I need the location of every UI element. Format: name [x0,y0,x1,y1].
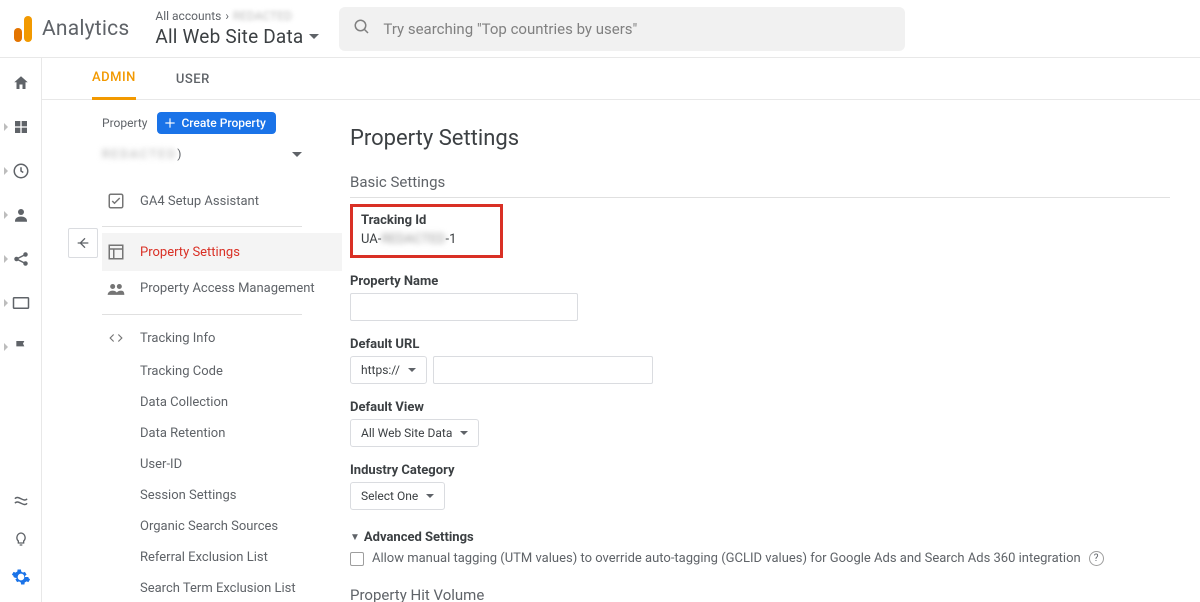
sub-data-collection[interactable]: Data Collection [140,387,342,418]
crumb-all-accounts: All accounts [155,9,221,23]
sub-session-settings[interactable]: Session Settings [140,480,342,511]
caret-down-icon [292,152,302,157]
caret-down-icon [460,431,468,435]
app-header: Analytics All accounts › REDACTED All We… [0,0,1200,58]
search-bar[interactable] [339,7,905,51]
menu-tracking-info[interactable]: Tracking Info [102,321,342,356]
expand-icon [4,123,8,131]
nav-home[interactable] [0,72,41,94]
caret-down-icon [408,368,416,372]
tab-user[interactable]: USER [176,72,210,99]
caret-down-icon [309,34,319,39]
person-icon [11,205,31,225]
account-switcher[interactable]: All accounts › REDACTED All Web Site Dat… [155,9,319,48]
back-button[interactable] [68,228,98,258]
swap-icon [11,491,31,511]
caret-down-icon [426,494,434,498]
search-input[interactable] [383,20,891,38]
page-title: Property Settings [350,126,1170,151]
property-name-label: Property Name [350,274,1170,289]
expand-icon [4,167,8,175]
expand-icon [4,299,8,307]
property-selector[interactable]: REDACTED) [102,144,302,164]
menu-label: Tracking Info [140,331,215,346]
nav-behavior[interactable] [0,292,41,314]
nav-rail [0,58,42,602]
tracking-id-label: Tracking Id [361,213,456,228]
sub-user-id[interactable]: User-ID [140,449,342,480]
sub-data-retention[interactable]: Data Retention [140,418,342,449]
default-view-label: Default View [350,400,1170,415]
expand-icon [4,343,8,351]
nav-attribution[interactable] [0,490,41,512]
check-icon [106,192,126,210]
tab-admin[interactable]: ADMIN [92,70,136,100]
create-property-button[interactable]: Create Property [157,112,275,134]
bulb-icon [11,529,31,549]
sub-organic-sources[interactable]: Organic Search Sources [140,511,342,542]
view-selector[interactable]: All Web Site Data [155,25,319,48]
menu-label: Property Settings [140,245,240,260]
menu-label: GA4 Setup Assistant [140,194,259,209]
caret-down-icon: ▼ [350,532,360,543]
nav-user[interactable] [0,204,41,226]
clock-icon [11,161,31,181]
crumb-account-name: REDACTED [233,9,292,23]
code-icon [106,331,126,345]
tracking-submenu: Tracking Code Data Collection Data Reten… [102,356,342,602]
layout-icon [106,243,126,261]
sub-referral-exclusion[interactable]: Referral Exclusion List [140,542,342,573]
brand: Analytics [10,16,129,42]
breadcrumb: All accounts › REDACTED [155,9,319,23]
nav-discover[interactable] [0,528,41,550]
nav-admin[interactable] [0,566,41,588]
default-url-input[interactable] [433,356,653,384]
divider [350,197,1170,198]
search-icon [353,18,371,40]
menu-property-access[interactable]: Property Access Management [102,271,342,308]
view-name: All Web Site Data [155,25,303,48]
manual-tagging-checkbox[interactable] [350,552,364,566]
industry-category-select[interactable]: Select One [350,482,445,510]
menu-label: Property Access Management [140,281,315,298]
help-icon[interactable]: ? [1089,551,1104,566]
brand-text: Analytics [42,17,129,41]
settings-content: Property Settings Basic Settings Trackin… [342,100,1200,602]
gear-icon [11,567,31,587]
expand-icon [4,211,8,219]
property-name-input[interactable] [350,293,578,321]
manual-tagging-label: Allow manual tagging (UTM values) to ove… [372,551,1081,566]
default-view-select[interactable]: All Web Site Data [350,419,479,447]
nav-acquisition[interactable] [0,248,41,270]
people-icon [106,282,126,296]
create-property-label: Create Property [181,116,265,130]
sub-tracking-code[interactable]: Tracking Code [140,356,342,387]
nav-realtime[interactable] [0,116,41,138]
admin-tabs: ADMIN USER [42,58,1200,100]
share-icon [11,249,31,269]
advanced-settings-toggle[interactable]: ▼ Advanced Settings [350,530,1170,545]
screen-icon [11,293,31,313]
menu-ga4-assistant[interactable]: GA4 Setup Assistant [102,182,342,220]
default-url-label: Default URL [350,337,1170,352]
basic-settings-header: Basic Settings [350,173,1170,197]
home-icon [11,73,31,93]
industry-category-label: Industry Category [350,463,1170,478]
nav-lifecycle[interactable] [0,160,41,182]
grid-icon [11,117,31,137]
analytics-logo-icon [10,16,34,42]
menu-property-settings[interactable]: Property Settings [102,233,342,271]
sub-search-term-exclusion[interactable]: Search Term Exclusion List [140,573,342,602]
nav-conversions[interactable] [0,336,41,358]
property-hit-volume-header: Property Hit Volume [350,586,1170,602]
tracking-id-highlight: Tracking Id UA-REDACTED-1 [350,204,503,258]
flag-icon [11,337,31,357]
property-label: Property [102,116,147,130]
expand-icon [4,255,8,263]
property-column: Property Create Property REDACTED) GA4 S… [42,100,342,602]
url-protocol-select[interactable]: https:// [350,356,427,384]
tracking-id-value: UA-REDACTED-1 [361,232,456,247]
